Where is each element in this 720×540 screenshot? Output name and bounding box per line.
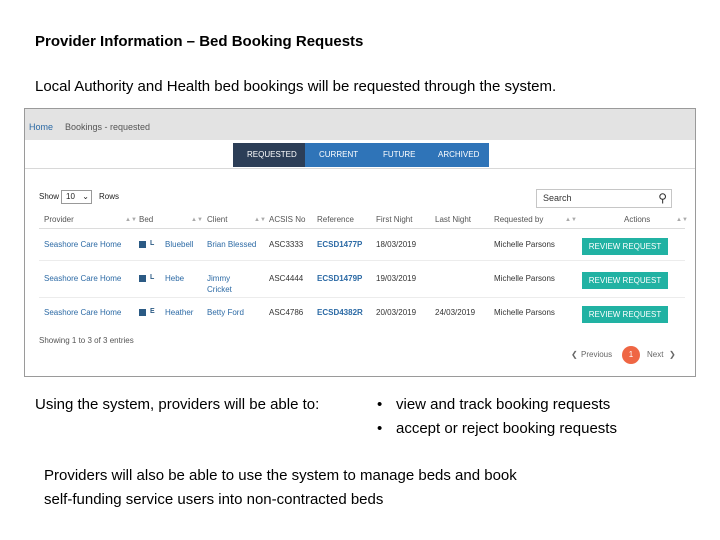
row-client-link[interactable]: Jimmy	[207, 273, 230, 284]
tab-archived[interactable]: ARCHIVED	[424, 143, 489, 167]
rows-per-page-select[interactable]: 10 ⌄	[61, 190, 92, 204]
rows-label: Rows	[99, 192, 120, 201]
list-item: • view and track booking requests	[377, 396, 611, 413]
column-header-bed[interactable]: Bed	[139, 215, 153, 224]
row-requested-by: Michelle Parsons	[494, 274, 555, 283]
bullet-text: accept or reject booking requests	[396, 420, 617, 437]
review-request-button[interactable]: REVIEW REQUEST	[582, 306, 668, 323]
show-label: Show	[39, 192, 60, 201]
tab-future[interactable]: FUTURE	[369, 143, 424, 167]
row-reference-link[interactable]: ECSD4382R	[317, 307, 363, 318]
bed-type-letter: L	[150, 240, 155, 247]
pagination-next[interactable]: Next	[647, 350, 663, 359]
review-request-button[interactable]: REVIEW REQUEST	[582, 272, 668, 289]
column-header-actions: Actions	[624, 215, 651, 224]
search-icon[interactable]: ⚲	[658, 190, 667, 207]
row-client-link-line2[interactable]: Cricket	[207, 284, 232, 295]
tab-divider	[25, 168, 695, 169]
row-bed-link[interactable]: Bluebell	[165, 239, 193, 250]
breadcrumb-current: Bookings - requested	[65, 122, 151, 132]
capability-list: • view and track booking requests • accept…	[377, 396, 617, 444]
row-last-night: 24/03/2019	[435, 308, 476, 317]
column-header-reference[interactable]: Reference	[317, 215, 354, 224]
list-item: • accept or reject booking requests	[377, 420, 617, 437]
row-reference-link[interactable]: ECSD1477P	[317, 239, 362, 250]
using-system-lead: Using the system, providers will be able…	[35, 396, 320, 413]
row-client-link[interactable]: Brian Blessed	[207, 239, 256, 250]
search-input[interactable]: Search ⚲	[536, 189, 672, 208]
sort-icon: ▲▼	[676, 217, 688, 223]
row-acsis: ASC3333	[269, 240, 304, 249]
tab-requested[interactable]: REQUESTED	[233, 143, 305, 167]
row-provider-link[interactable]: Seashore Care Home	[44, 307, 121, 318]
booking-tabs: REQUESTED CURRENT FUTURE ARCHIVED	[233, 143, 489, 167]
row-acsis: ASC4786	[269, 308, 304, 317]
breadcrumb-home-link[interactable]: Home	[29, 122, 53, 132]
pagination-page-1[interactable]: 1	[622, 346, 640, 364]
bed-type-letter: E	[150, 308, 155, 315]
rows-per-page-value: 10	[66, 192, 75, 201]
row-first-night: 20/03/2019	[376, 308, 417, 317]
top-bar: Home Bookings - requested	[25, 109, 695, 140]
row-bed-link[interactable]: Heather	[165, 307, 193, 318]
bullet-text: view and track booking requests	[396, 396, 611, 413]
sort-icon: ▲▼	[565, 217, 577, 223]
chevron-right-icon[interactable]: ❯	[669, 350, 676, 359]
review-request-button[interactable]: REVIEW REQUEST	[582, 238, 668, 255]
row-provider-link[interactable]: Seashore Care Home	[44, 273, 121, 284]
row-first-night: 19/03/2019	[376, 274, 417, 283]
column-header-acsis[interactable]: ACSIS No	[269, 215, 305, 224]
chevron-down-icon: ⌄	[82, 192, 89, 201]
tab-current[interactable]: CURRENT	[305, 143, 369, 167]
bed-icon	[139, 241, 146, 248]
table-header-divider	[39, 228, 685, 229]
closing-paragraph: Providers will also be able to use the s…	[44, 464, 517, 512]
slide-title: Provider Information – Bed Booking Reque…	[35, 33, 364, 50]
row-provider-link[interactable]: Seashore Care Home	[44, 239, 121, 250]
sort-icon: ▲▼	[125, 217, 137, 223]
closing-line-2: self-funding service users into non-cont…	[44, 491, 384, 508]
bed-type-letter: L	[150, 274, 155, 281]
row-requested-by: Michelle Parsons	[494, 240, 555, 249]
column-header-first-night[interactable]: First Night	[376, 215, 412, 224]
column-header-client[interactable]: Client	[207, 215, 227, 224]
app-screenshot: Home Bookings - requested REQUESTED CURR…	[24, 108, 696, 377]
column-header-requested-by[interactable]: Requested by	[494, 215, 543, 224]
row-first-night: 18/03/2019	[376, 240, 417, 249]
sort-icon: ▲▼	[254, 217, 266, 223]
column-header-provider[interactable]: Provider	[44, 215, 74, 224]
closing-line-1: Providers will also be able to use the s…	[44, 467, 517, 484]
row-requested-by: Michelle Parsons	[494, 308, 555, 317]
pagination-previous[interactable]: Previous	[581, 350, 612, 359]
chevron-left-icon[interactable]: ❮	[571, 350, 578, 359]
bed-icon	[139, 309, 146, 316]
search-placeholder: Search	[543, 193, 572, 203]
table-info: Showing 1 to 3 of 3 entries	[39, 336, 134, 345]
row-bed-link[interactable]: Hebe	[165, 273, 184, 284]
row-reference-link[interactable]: ECSD1479P	[317, 273, 362, 284]
row-client-link[interactable]: Betty Ford	[207, 307, 244, 318]
row-acsis: ASC4444	[269, 274, 304, 283]
sort-icon: ▲▼	[191, 217, 203, 223]
column-header-last-night[interactable]: Last Night	[435, 215, 471, 224]
slide-intro: Local Authority and Health bed bookings …	[35, 78, 557, 95]
row-divider	[39, 260, 685, 261]
bed-icon	[139, 275, 146, 282]
row-divider	[39, 297, 685, 298]
